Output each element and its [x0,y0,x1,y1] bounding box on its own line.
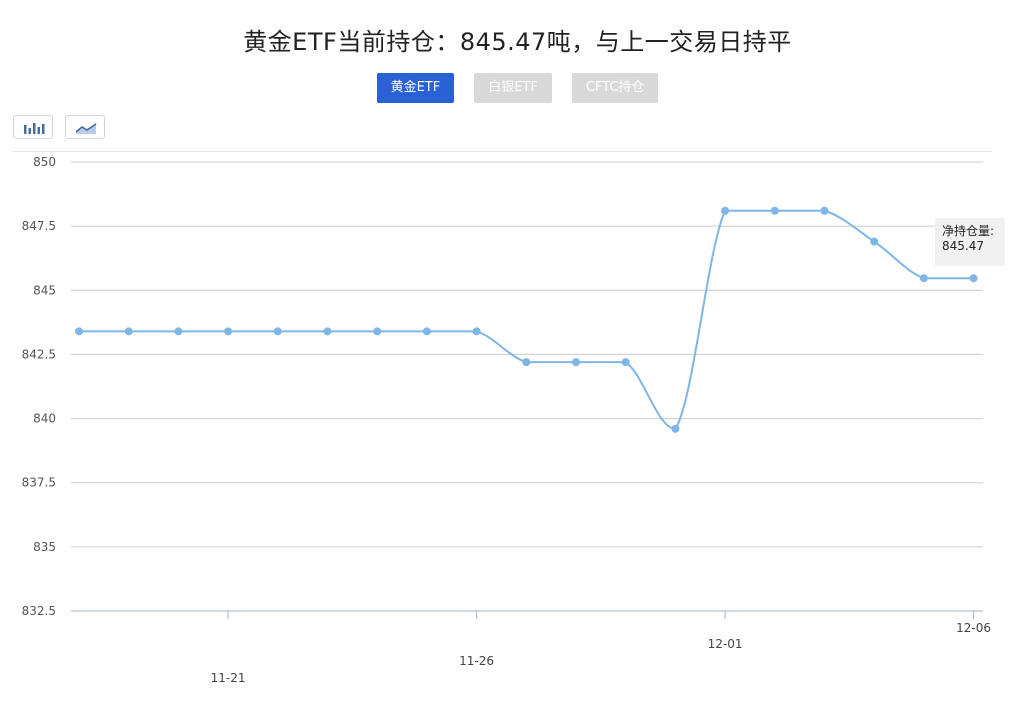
y-tick-label: 840 [33,412,56,426]
y-tick-label: 835 [33,540,56,554]
data-point[interactable] [671,424,680,433]
data-point[interactable] [422,327,431,336]
y-tick-label: 845 [33,283,56,297]
x-tick-label: 12-01 [708,637,743,651]
data-point[interactable] [572,358,580,367]
data-point[interactable] [770,206,779,215]
data-point[interactable] [75,327,83,336]
data-point[interactable] [969,274,978,283]
y-tick-label: 847.5 [22,219,56,233]
data-point[interactable] [721,206,730,215]
data-point[interactable] [472,327,481,336]
data-point[interactable] [373,327,382,336]
x-tick-label: 12-06 [956,621,991,635]
y-tick-label: 842.5 [22,347,56,361]
data-point[interactable] [174,327,183,336]
line-chart: 832.5 835 837.5 840 842.5 845 847.5 850 11-21 11… [22,155,991,685]
x-tick-label: 11-21 [211,671,246,685]
data-point[interactable] [124,327,133,336]
data-tooltip: 净持仓量: 845.47 [935,218,1005,266]
series-line [79,209,974,430]
data-point[interactable] [820,206,829,215]
data-point[interactable] [919,274,928,283]
data-point[interactable] [323,327,332,336]
y-tick-label: 850 [33,155,56,169]
data-point[interactable] [621,358,630,367]
tooltip-value: 845.47 [942,239,984,253]
y-tick-label: 832.5 [22,604,56,618]
data-point[interactable] [522,358,531,367]
y-tick-label: 837.5 [22,476,56,490]
data-point[interactable] [224,327,233,336]
data-point[interactable] [273,327,282,336]
tooltip-label: 净持仓量: [942,224,995,238]
data-point[interactable] [870,237,879,246]
x-tick-label: 11-26 [459,654,494,668]
